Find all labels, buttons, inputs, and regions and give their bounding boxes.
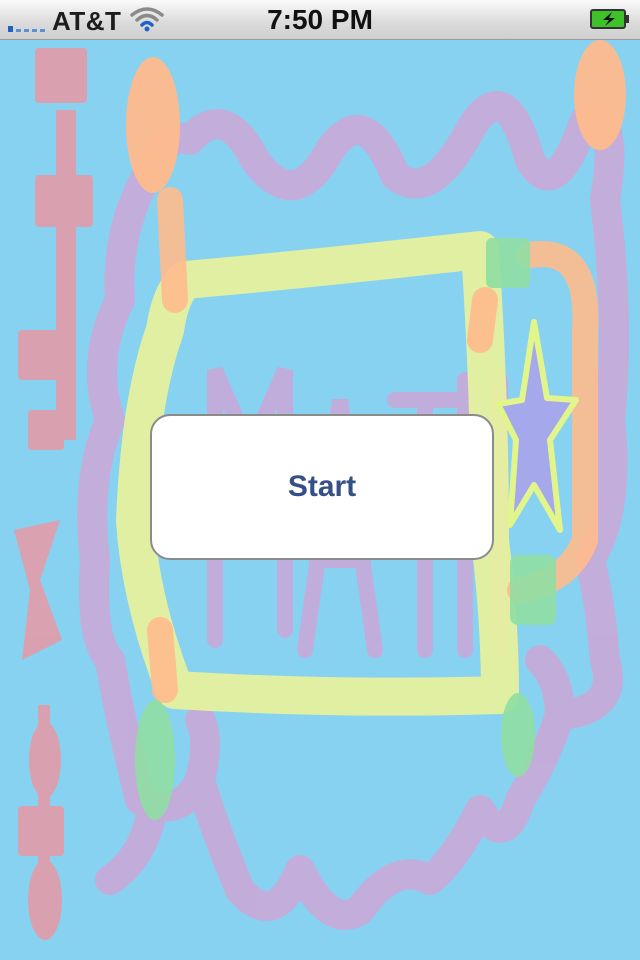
status-clock: 7:50 PM	[267, 4, 373, 35]
battery-charging-icon	[590, 9, 629, 29]
status-bar: AT&T 7:50 PM	[0, 0, 640, 40]
orange-blob-right	[574, 40, 626, 150]
start-button[interactable]: Start	[150, 414, 494, 560]
start-button-label: Start	[287, 470, 357, 503]
orange-blob-left	[126, 57, 180, 193]
